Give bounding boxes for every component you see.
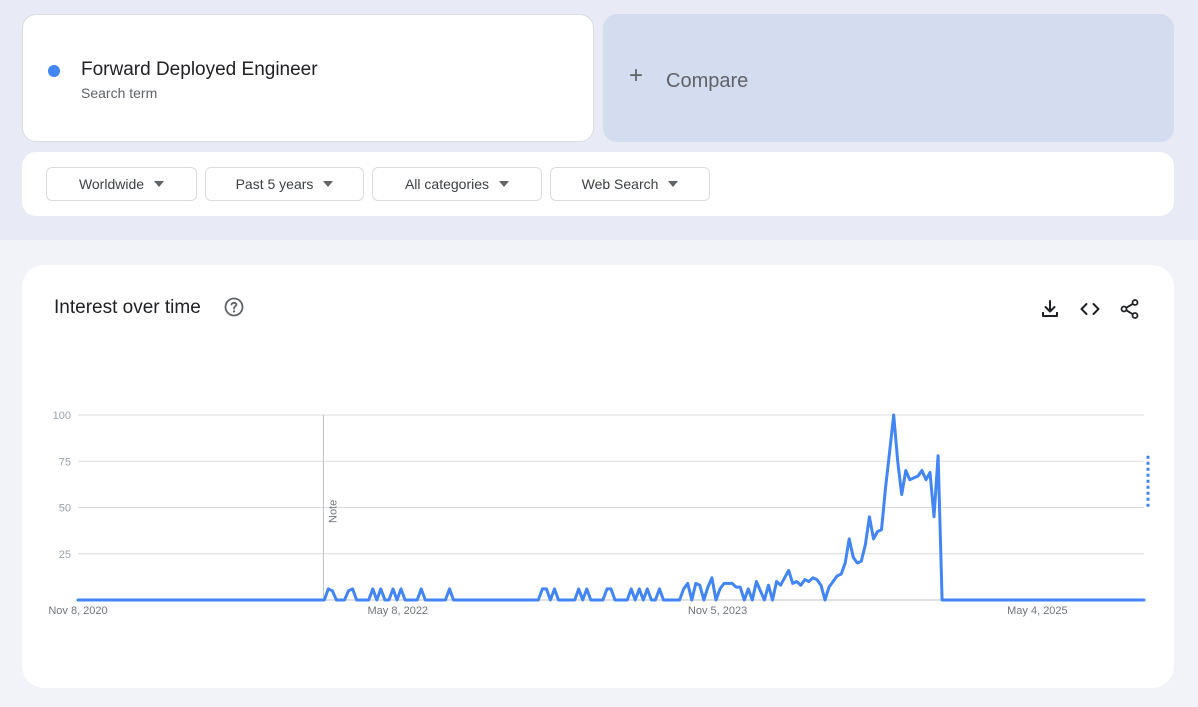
filter-bar: Worldwide Past 5 years All categories We…	[22, 152, 1174, 216]
category-filter[interactable]: All categories	[372, 167, 542, 201]
y-tick-label: 75	[59, 456, 71, 468]
time-range-filter-label: Past 5 years	[235, 176, 314, 192]
region-filter-label: Worldwide	[78, 176, 145, 192]
chevron-down-icon	[154, 181, 165, 187]
compare-label: Compare	[666, 70, 749, 92]
search-term-title[interactable]: Forward Deployed Engineer	[81, 59, 318, 81]
y-tick-label: 50	[59, 503, 71, 515]
y-tick-label: 100	[53, 410, 71, 422]
category-filter-label: All categories	[404, 176, 490, 192]
region-filter[interactable]: Worldwide	[46, 167, 197, 201]
chevron-down-icon	[323, 181, 334, 187]
time-range-filter[interactable]: Past 5 years	[205, 167, 364, 201]
x-tick-label: May 4, 2025	[1007, 605, 1068, 617]
interest-chart: Note 100 75 50 25 Nov 8, 2020 May 8, 2022 Nov …	[48, 410, 1150, 617]
search-term-subtitle: Search term	[81, 85, 158, 101]
x-tick-label: May 8, 2022	[368, 605, 429, 617]
interest-over-time-card: Interest over time Note 100 75 50 25 Nov 8, …	[22, 265, 1174, 688]
y-tick-label: 25	[59, 549, 71, 561]
chevron-down-icon	[668, 181, 679, 187]
series-color-dot	[48, 65, 60, 77]
search-type-filter[interactable]: Web Search	[550, 167, 710, 201]
plus-icon: +	[629, 62, 644, 89]
x-tick-label: Nov 8, 2020	[48, 605, 107, 617]
compare-button[interactable]: + Compare	[603, 14, 1174, 142]
x-tick-label: Nov 5, 2023	[688, 605, 747, 617]
search-term-card[interactable]: Forward Deployed Engineer Search term	[22, 14, 594, 142]
chevron-down-icon	[499, 181, 510, 187]
note-marker-label[interactable]: Note	[327, 500, 339, 523]
search-type-filter-label: Web Search	[581, 176, 659, 192]
